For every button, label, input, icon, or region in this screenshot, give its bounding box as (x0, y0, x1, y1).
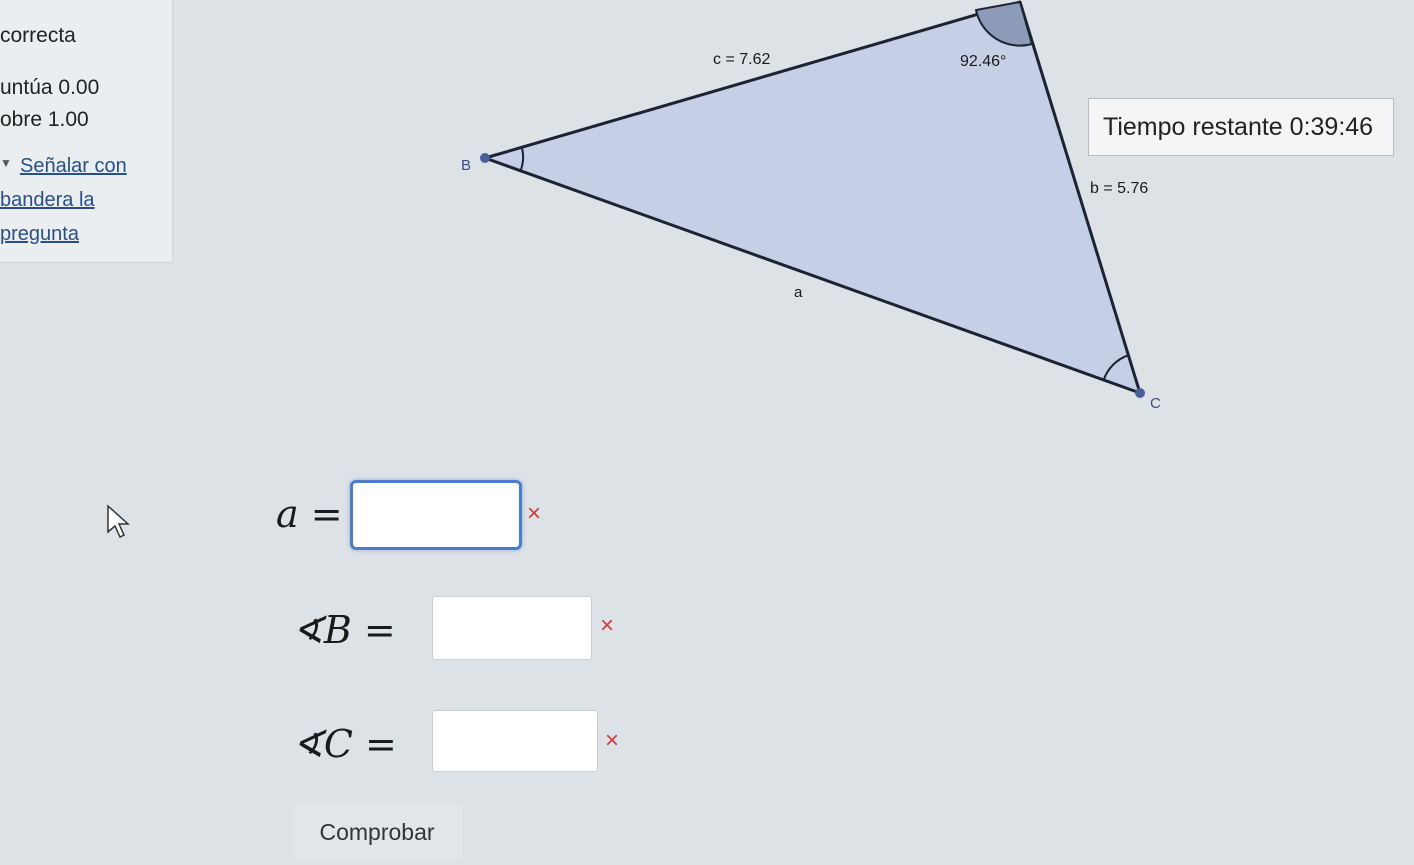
answer-label-c: ∢C = (292, 722, 397, 766)
check-button[interactable]: Comprobar (292, 804, 462, 860)
time-remaining-box: Tiempo restante 0:39:46 (1088, 98, 1394, 156)
incorrect-icon-c: × (605, 727, 620, 754)
triangle-shape (483, 0, 1142, 395)
vertex-c-label: C (1150, 395, 1161, 412)
side-a-label: a (794, 284, 803, 301)
incorrect-icon-a: × (527, 500, 542, 527)
vertex-c-point (1135, 388, 1145, 398)
timer-label: Tiempo restante (1103, 113, 1283, 141)
answer-input-c[interactable] (432, 710, 598, 772)
answer-input-b[interactable] (432, 596, 592, 660)
timer-value: 0:39:46 (1289, 113, 1374, 141)
vertex-b-point (480, 153, 490, 163)
angle-a-label: 92.46° (960, 53, 1006, 70)
answer-input-a[interactable] (350, 480, 522, 550)
side-b-label: b = 5.76 (1090, 180, 1148, 197)
side-c-label: c = 7.62 (713, 51, 770, 68)
incorrect-icon-b: × (600, 612, 615, 639)
answer-label-a: a = (276, 492, 343, 536)
answer-label-b: ∢B = (292, 608, 396, 652)
mouse-cursor-icon (107, 504, 130, 539)
triangle-figure: c = 7.62 92.46° b = 5.76 a B C (461, 0, 1161, 412)
vertex-b-label: B (461, 157, 471, 174)
